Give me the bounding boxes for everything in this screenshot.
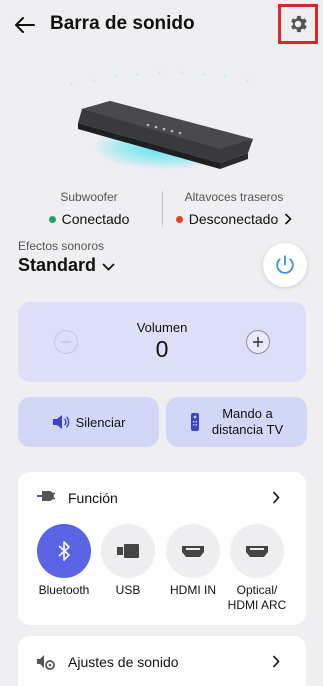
- speaker-icon: [52, 415, 69, 429]
- effects-value: Standard: [18, 255, 97, 275]
- chevron-right-icon: [285, 213, 292, 225]
- tv-remote-label-line1: Mando a: [222, 406, 273, 421]
- sound-settings-card[interactable]: Ajustes de sonido: [18, 636, 306, 686]
- function-bluetooth[interactable]: Bluetooth: [34, 524, 94, 598]
- rear-speakers-status[interactable]: Altavoces traseros Desconectado: [159, 190, 309, 227]
- connected-dot-icon: [48, 215, 56, 223]
- power-button[interactable]: [263, 243, 307, 287]
- tv-remote-label-line2: distancia TV: [211, 422, 284, 437]
- chevron-right-icon: [272, 491, 280, 504]
- volume-card: Volumen 0: [18, 302, 306, 382]
- chevron-right-icon: [272, 655, 280, 668]
- arrow-left-icon: [15, 17, 35, 33]
- function-hdmi-in[interactable]: HDMI IN: [163, 524, 223, 598]
- plus-icon: [253, 337, 263, 347]
- hdmi-icon: [182, 546, 204, 557]
- disconnected-dot-icon: [175, 215, 183, 223]
- function-bluetooth-label: Bluetooth: [38, 583, 90, 597]
- mute-button[interactable]: Silenciar: [18, 397, 159, 447]
- back-button[interactable]: [12, 12, 38, 38]
- function-usb[interactable]: USB: [98, 524, 158, 598]
- bluetooth-icon: [58, 541, 70, 561]
- hdmi-icon: [246, 546, 268, 557]
- settings-button[interactable]: [278, 4, 318, 44]
- mute-label: Silenciar: [75, 414, 126, 430]
- gear-icon: [291, 15, 307, 33]
- volume-up-button[interactable]: [246, 330, 270, 354]
- subwoofer-label: Subwoofer: [60, 190, 118, 204]
- soundbar-illustration: [0, 55, 323, 180]
- soundbar-image: [70, 95, 255, 175]
- status-divider: [162, 191, 163, 227]
- function-optical-label-line1: Optical/: [236, 583, 278, 597]
- rear-speakers-status-text: Desconectado: [188, 211, 279, 227]
- remote-control-icon: [190, 413, 199, 431]
- function-optical-label-line2: HDMI ARC: [227, 598, 287, 612]
- tv-remote-button[interactable]: Mando a distancia TV: [166, 397, 307, 447]
- chevron-down-icon: [102, 262, 115, 271]
- sound-settings-title: Ajustes de sonido: [68, 654, 179, 670]
- sound-settings-icon: [37, 655, 55, 670]
- input-plug-icon: [37, 491, 55, 501]
- volume-down-button[interactable]: [54, 330, 78, 354]
- subwoofer-status-text: Conectado: [61, 211, 130, 227]
- function-usb-label: USB: [115, 583, 141, 597]
- minus-icon: [61, 341, 71, 343]
- function-optical-hdmi-arc[interactable]: Optical/ HDMI ARC: [227, 524, 287, 613]
- effects-dropdown[interactable]: Standard: [18, 255, 115, 276]
- subwoofer-status: Subwoofer Conectado: [14, 190, 164, 227]
- function-card: Función Bluetooth USB HDMI IN Optical/ H…: [18, 472, 306, 625]
- page-title: Barra de sonido: [50, 13, 195, 34]
- effects-label: Efectos sonoros: [18, 239, 105, 253]
- power-icon: [276, 255, 294, 274]
- function-title: Función: [68, 490, 118, 506]
- usb-icon: [117, 544, 139, 558]
- app-header: Barra de sonido: [0, 0, 323, 50]
- function-hdmi-in-label: HDMI IN: [170, 583, 216, 597]
- rear-speakers-label: Altavoces traseros: [184, 190, 284, 204]
